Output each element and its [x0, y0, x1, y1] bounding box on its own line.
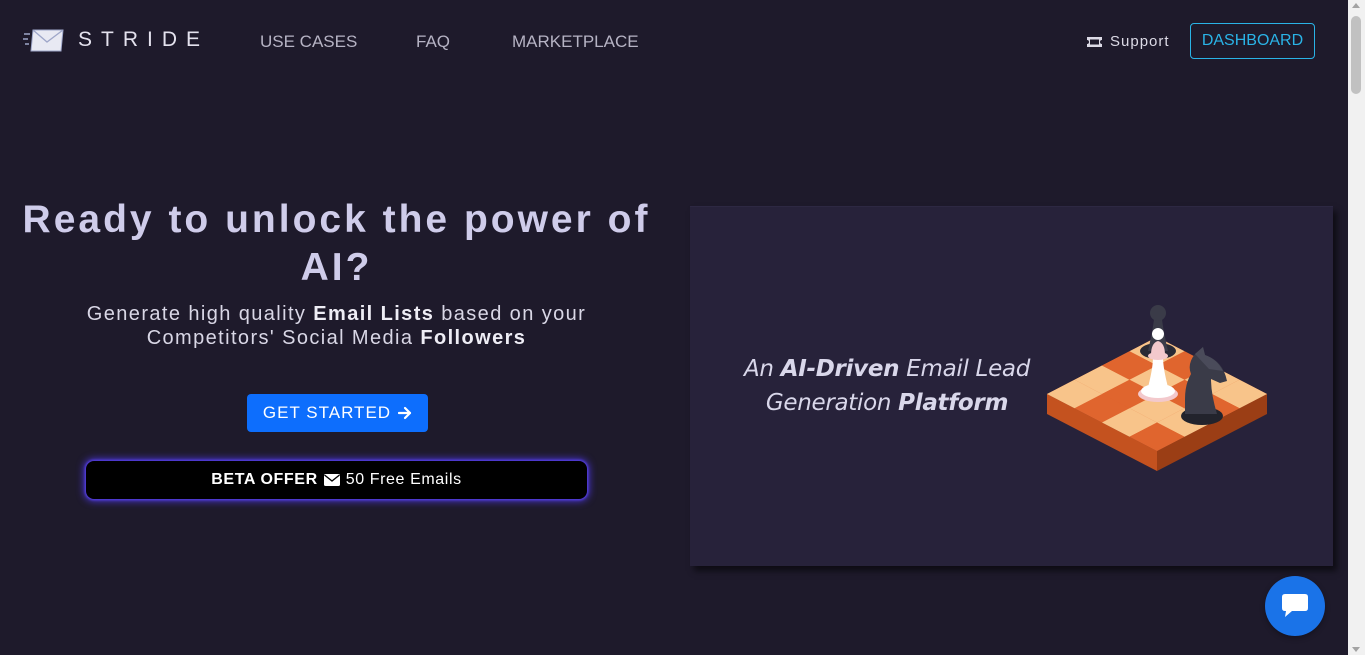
envelope-icon	[323, 474, 340, 486]
logo-text: STRIDE	[78, 28, 210, 51]
chat-bubble-icon	[1282, 594, 1308, 617]
subtitle-bold-email-lists: Email Lists	[313, 303, 435, 325]
dashboard-button[interactable]: DASHBOARD	[1190, 23, 1315, 59]
ticket-icon	[1087, 36, 1102, 47]
hero-title: Ready to unlock the power of AI?	[22, 198, 651, 289]
subtitle-bold-followers: Followers	[420, 327, 527, 349]
tagline-bold-platform: Platform	[898, 390, 1009, 416]
nav-marketplace[interactable]: MARKETPLACE	[512, 32, 639, 52]
scrollbar-thumb[interactable]	[1351, 16, 1361, 94]
beta-offer-banner[interactable]: BETA OFFER 50 Free Emails	[86, 461, 587, 499]
page-scrollbar[interactable]	[1348, 0, 1365, 655]
arrow-right-icon	[398, 406, 412, 420]
get-started-label: GET STARTED	[262, 403, 392, 422]
tagline-text-1: An	[743, 356, 781, 382]
subtitle-text-1: Generate high quality	[86, 303, 314, 325]
header: STRIDE USE CASES FAQ MARKETPLACE Support…	[0, 0, 1348, 82]
support-link[interactable]: Support	[1086, 33, 1170, 50]
hero-card: An AI-Driven Email Lead Generation Platf…	[690, 206, 1333, 566]
beta-offer-text: 50 Free Emails	[345, 471, 462, 488]
beta-offer-label: BETA OFFER	[211, 471, 318, 488]
support-label: Support	[1110, 33, 1170, 50]
chat-button[interactable]	[1265, 576, 1325, 636]
get-started-button[interactable]: GET STARTED	[247, 394, 428, 432]
page: STRIDE USE CASES FAQ MARKETPLACE Support…	[0, 0, 1365, 655]
logo-link[interactable]: STRIDE	[23, 27, 209, 53]
hero-subtitle: Generate high quality Email Lists based …	[40, 302, 633, 350]
card-tagline: An AI-Driven Email Lead Generation Platf…	[732, 352, 1042, 420]
nav-use-cases[interactable]: USE CASES	[260, 32, 357, 52]
scroll-down-arrow-icon[interactable]	[1352, 647, 1360, 652]
tagline-bold-ai-driven: AI-Driven	[780, 356, 900, 382]
scroll-up-arrow-icon[interactable]	[1352, 3, 1360, 8]
envelope-speed-icon	[23, 29, 64, 52]
chess-board-illustration	[1047, 305, 1267, 471]
nav-faq[interactable]: FAQ	[416, 32, 450, 52]
